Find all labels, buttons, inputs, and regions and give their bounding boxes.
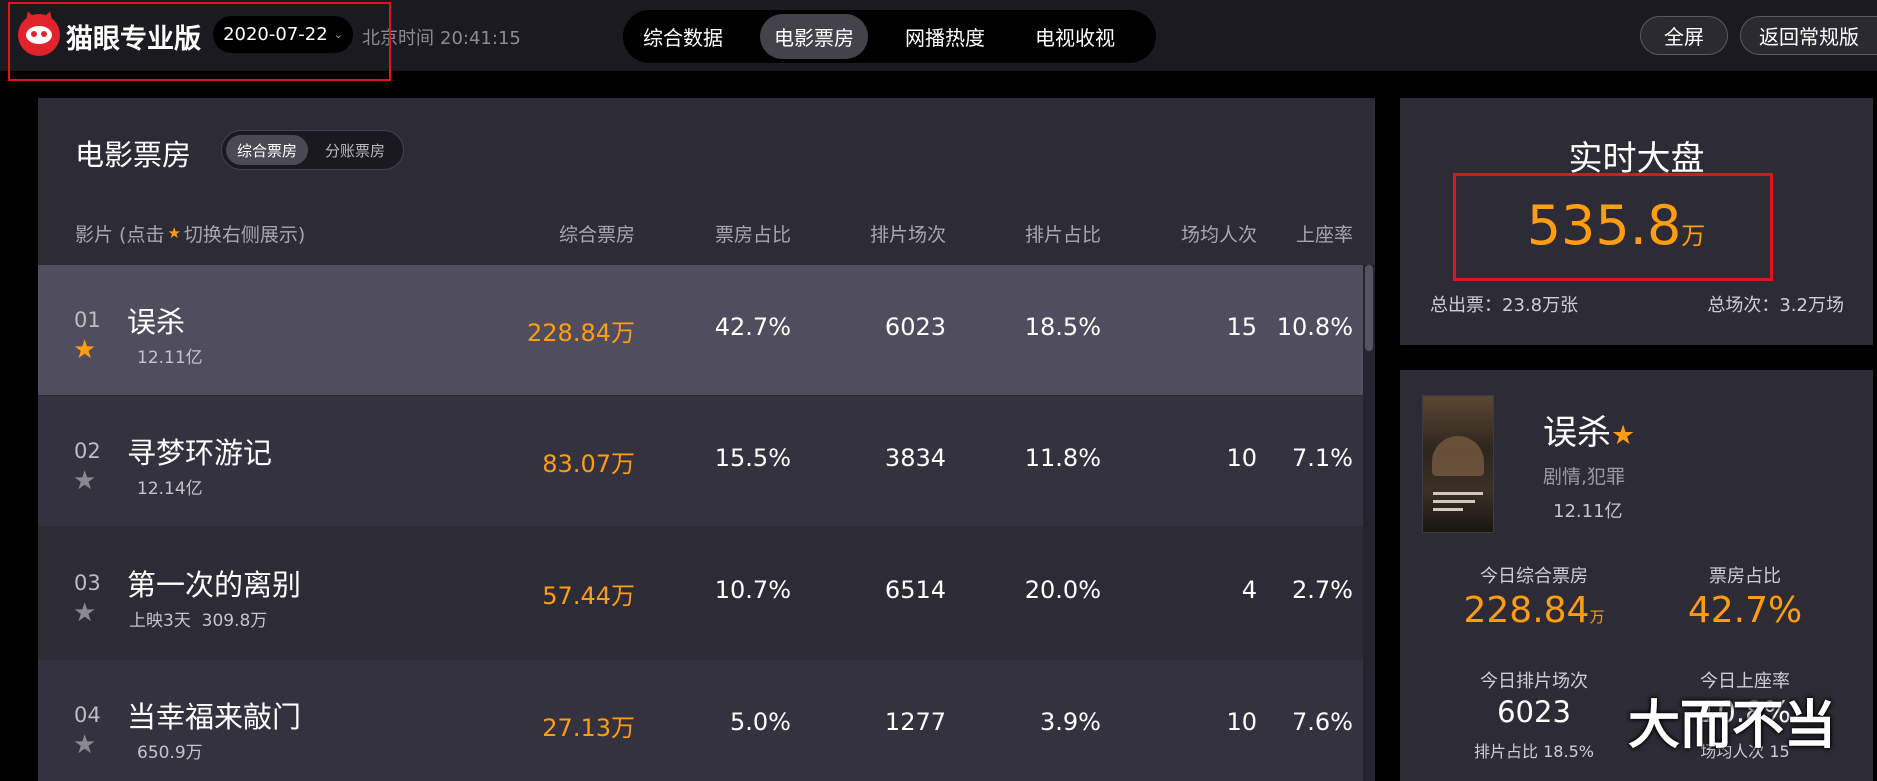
star-icon[interactable]: ★ (73, 600, 96, 626)
box-office-panel: 电影票房 综合票房 分账票房 影片 (点击 ★ 切换右侧展示) 综合票房 票房占… (38, 98, 1375, 781)
cell-screening-share: 3.9% (1040, 708, 1101, 736)
detail-genre: 剧情,犯罪 (1543, 466, 1626, 488)
cell-share: 15.5% (714, 444, 791, 472)
screenings-label: 今日排片场次 (1480, 671, 1588, 692)
tab-split-box-office[interactable]: 分账票房 (314, 135, 396, 165)
time-value: 20:41:15 (440, 28, 521, 49)
movie-poster[interactable] (1422, 395, 1494, 533)
back-to-standard-button[interactable]: 返回常规版 (1740, 16, 1877, 55)
cell-total: 83.07万 (542, 450, 635, 478)
detail-title: 误杀★ (1543, 405, 1635, 454)
share-value: 42.7% (1687, 590, 1803, 631)
movie-cumulative: 650.9万 (137, 743, 203, 763)
detail-cumulative: 12.11亿 (1553, 501, 1623, 522)
col-share: 票房占比 (714, 223, 791, 246)
panel-title: 电影票房 (75, 138, 192, 172)
col-film-suffix: 切换右侧展示) (183, 223, 306, 246)
col-film-prefix: 影片 (点击 (75, 223, 165, 246)
main-nav: 综合数据 电影票房 网播热度 电视收视 (623, 10, 1156, 63)
cell-share: 10.7% (714, 576, 791, 604)
cell-share: 5.0% (730, 708, 791, 736)
movie-name: 第一次的离别 (127, 568, 302, 602)
col-avg-attendance: 场均人次 (1180, 223, 1257, 246)
movie-cumulative: 12.11亿 (137, 348, 203, 368)
table-row[interactable]: 01 ★ 误杀 12.11亿 228.84万 42.7% 6023 18.5% … (38, 265, 1363, 395)
cell-total: 27.13万 (542, 714, 635, 742)
row-rank: 04 (74, 703, 101, 727)
screening-share: 排片占比 18.5% (1474, 742, 1594, 761)
cell-screenings: 6514 (884, 576, 946, 604)
today-total-number: 228.84 (1463, 590, 1590, 631)
cell-screening-share: 18.5% (1024, 313, 1101, 341)
cell-occupancy: 10.8% (1276, 313, 1353, 341)
col-occupancy: 上座率 (1295, 223, 1353, 246)
cell-avg: 10 (1226, 444, 1257, 472)
movie-name: 寻梦环游记 (127, 436, 273, 470)
cell-screenings: 3834 (884, 444, 946, 472)
tab-total-box-office[interactable]: 综合票房 (226, 135, 308, 165)
tab-overview[interactable]: 综合数据 (629, 14, 737, 59)
star-icon: ★ (167, 224, 181, 242)
row-rank: 03 (74, 571, 101, 595)
cell-total: 228.84万 (527, 319, 635, 347)
row-rank: 02 (74, 439, 101, 463)
table-header: 影片 (点击 ★ 切换右侧展示) 综合票房 票房占比 排片场次 排片占比 场均人… (38, 202, 1375, 264)
today-total-unit: 万 (1589, 608, 1605, 626)
box-office-type-toggle: 综合票房 分账票房 (221, 130, 404, 170)
cell-screening-share: 11.8% (1024, 444, 1101, 472)
screenings-value: 6023 (1497, 695, 1571, 729)
realtime-market-panel: 实时大盘 535.8万 总出票：23.8万张 总场次：3.2万场 (1400, 98, 1873, 345)
market-value: 535.8万 (1456, 194, 1776, 257)
cell-total: 57.44万 (542, 582, 635, 610)
star-icon[interactable]: ★ (1611, 420, 1635, 451)
cell-occupancy: 7.1% (1292, 444, 1353, 472)
detail-movie-name: 误杀 (1543, 413, 1611, 453)
today-total-value: 228.84万 (1434, 590, 1634, 631)
movie-release-info: 上映3天 309.8万 (129, 611, 268, 631)
watermark: 大而不当 (1628, 696, 1837, 756)
tab-tv-ratings[interactable]: 电视收视 (1021, 14, 1129, 59)
tab-web-streaming[interactable]: 网播热度 (891, 14, 999, 59)
star-icon[interactable]: ★ (73, 468, 96, 494)
tab-box-office[interactable]: 电影票房 (760, 14, 868, 59)
market-highlight-box: 535.8万 (1453, 173, 1773, 281)
movie-name: 当幸福来敲门 (127, 700, 302, 734)
scrollbar-thumb[interactable] (1365, 265, 1373, 351)
share-label: 票房占比 (1709, 566, 1781, 587)
brand-highlight-box (8, 2, 391, 81)
market-value-number: 535.8 (1526, 194, 1682, 257)
star-icon[interactable]: ★ (73, 337, 96, 363)
col-film: 影片 (点击 ★ 切换右侧展示) (75, 202, 305, 264)
today-total-label: 今日综合票房 (1480, 566, 1588, 587)
cell-screenings: 1277 (884, 708, 946, 736)
table-row[interactable]: 04 ★ 当幸福来敲门 650.9万 27.13万 5.0% 1277 3.9%… (38, 660, 1363, 781)
star-icon[interactable]: ★ (73, 732, 96, 758)
cell-screening-share: 20.0% (1024, 576, 1101, 604)
market-value-unit: 万 (1681, 222, 1706, 250)
cell-occupancy: 7.6% (1292, 708, 1353, 736)
cell-screenings: 6023 (884, 313, 946, 341)
total-shows: 总场次：3.2万场 (1707, 295, 1844, 316)
table-row[interactable]: 02 ★ 寻梦环游记 12.14亿 83.07万 15.5% 3834 11.8… (38, 396, 1363, 526)
movie-name: 误杀 (127, 305, 186, 339)
cell-avg: 4 (1241, 576, 1257, 604)
total-tickets: 总出票：23.8万张 (1430, 295, 1579, 316)
cell-occupancy: 2.7% (1292, 576, 1353, 604)
table-row[interactable]: 03 ★ 第一次的离别 上映3天 309.8万 57.44万 10.7% 651… (38, 528, 1363, 658)
fullscreen-button[interactable]: 全屏 (1640, 16, 1728, 55)
table-scrollbar[interactable] (1363, 265, 1375, 781)
col-total: 综合票房 (558, 223, 635, 246)
cell-avg: 10 (1226, 708, 1257, 736)
cell-share: 42.7% (714, 313, 791, 341)
movie-cumulative: 12.14亿 (137, 479, 203, 499)
cell-avg: 15 (1226, 313, 1257, 341)
col-screening-share: 排片占比 (1024, 223, 1101, 246)
row-rank: 01 (74, 308, 101, 332)
col-screenings: 排片场次 (869, 223, 946, 246)
